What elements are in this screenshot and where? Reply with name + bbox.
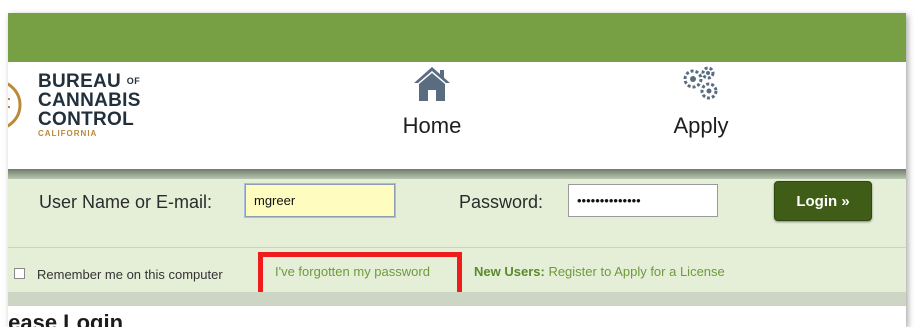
new-users-text: New Users: Register to Apply for a Licen… xyxy=(474,264,725,279)
username-label: User Name or E-mail: xyxy=(39,192,213,212)
password-input[interactable] xyxy=(568,184,718,217)
remember-checkbox[interactable] xyxy=(14,268,25,279)
home-icon xyxy=(414,67,450,101)
site-header: BUREAU OF CANNABIS CONTROL CALIFORNIA Ho… xyxy=(8,62,906,169)
login-options: Remember me on this computer I've forgot… xyxy=(8,248,906,300)
logo-state: CALIFORNIA xyxy=(38,129,98,138)
nav-apply[interactable]: Apply xyxy=(649,62,753,169)
page-heading: lease Login xyxy=(8,310,124,327)
nav-home[interactable]: Home xyxy=(380,62,484,169)
register-link[interactable]: Register to Apply for a License xyxy=(548,264,724,279)
logo-line-1: BUREAU xyxy=(38,71,122,92)
section-separator xyxy=(8,292,906,306)
forgot-password-link[interactable]: I've forgotten my password xyxy=(275,264,430,279)
login-button[interactable]: Login » xyxy=(774,181,872,221)
nav-home-label: Home xyxy=(402,113,462,138)
top-bar xyxy=(8,13,906,62)
new-users-label: New Users: xyxy=(474,264,545,279)
gears-icon xyxy=(683,66,718,100)
logo-line-2: CANNABIS xyxy=(38,90,141,111)
logo-of: OF xyxy=(126,76,141,86)
bureau-logo[interactable]: BUREAU OF CANNABIS CONTROL CALIFORNIA xyxy=(38,72,141,139)
content-area: lease Login xyxy=(8,306,906,327)
username-input[interactable] xyxy=(245,184,395,217)
logo-line-3: CONTROL xyxy=(38,109,135,130)
header-shadow xyxy=(8,169,906,179)
password-label: Password: xyxy=(459,192,544,212)
remember-label[interactable]: Remember me on this computer xyxy=(37,267,223,282)
browser-page: BUREAU OF CANNABIS CONTROL CALIFORNIA Ho… xyxy=(8,13,906,327)
state-seal-icon xyxy=(8,82,22,128)
nav-apply-label: Apply xyxy=(673,113,729,138)
